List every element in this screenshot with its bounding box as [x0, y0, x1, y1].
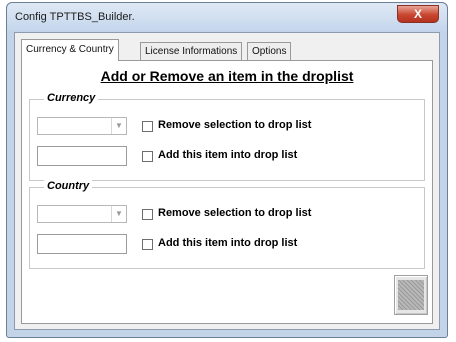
tab-currency-country[interactable]: Currency & Country — [21, 39, 119, 61]
country-add-label: Add this item into drop list — [158, 237, 298, 249]
config-dialog-window: Config TPTTBS_Builder. X Currency & Coun… — [6, 2, 448, 338]
currency-add-checkbox[interactable] — [142, 151, 153, 162]
grey-image-icon — [398, 280, 424, 310]
country-frame: Country ▼ Remove selection to drop list … — [29, 180, 425, 269]
close-button[interactable]: X — [397, 5, 439, 23]
currency-remove-label: Remove selection to drop list — [158, 119, 312, 131]
panel-heading: Add or Remove an item in the droplist — [100, 68, 354, 84]
country-dropdown[interactable]: ▼ — [37, 205, 127, 223]
currency-add-label: Add this item into drop list — [158, 149, 298, 161]
dialog-client-area: Currency & Country License Informations … — [14, 32, 440, 330]
window-title: Config TPTTBS_Builder. — [15, 11, 135, 23]
close-icon: X — [413, 7, 422, 21]
country-add-input[interactable] — [37, 234, 127, 254]
currency-dropdown[interactable]: ▼ — [37, 117, 127, 135]
chevron-down-icon[interactable]: ▼ — [111, 206, 126, 222]
country-remove-label: Remove selection to drop list — [158, 207, 312, 219]
country-frame-label: Country — [44, 180, 93, 192]
title-bar[interactable]: Config TPTTBS_Builder. X — [7, 3, 447, 31]
currency-frame-label: Currency — [44, 92, 99, 104]
tab-options[interactable]: Options — [247, 42, 292, 60]
tab-panel-currency-country: Add or Remove an item in the droplist Cu… — [21, 60, 433, 324]
country-add-checkbox[interactable] — [142, 239, 153, 250]
country-remove-checkbox[interactable] — [142, 209, 153, 220]
currency-add-input[interactable] — [37, 146, 127, 166]
tab-license-informations[interactable]: License Informations — [140, 42, 243, 60]
apply-image-button[interactable] — [394, 275, 428, 315]
currency-remove-checkbox[interactable] — [142, 121, 153, 132]
currency-frame: Currency ▼ Remove selection to drop list… — [29, 92, 425, 181]
chevron-down-icon[interactable]: ▼ — [111, 118, 126, 134]
